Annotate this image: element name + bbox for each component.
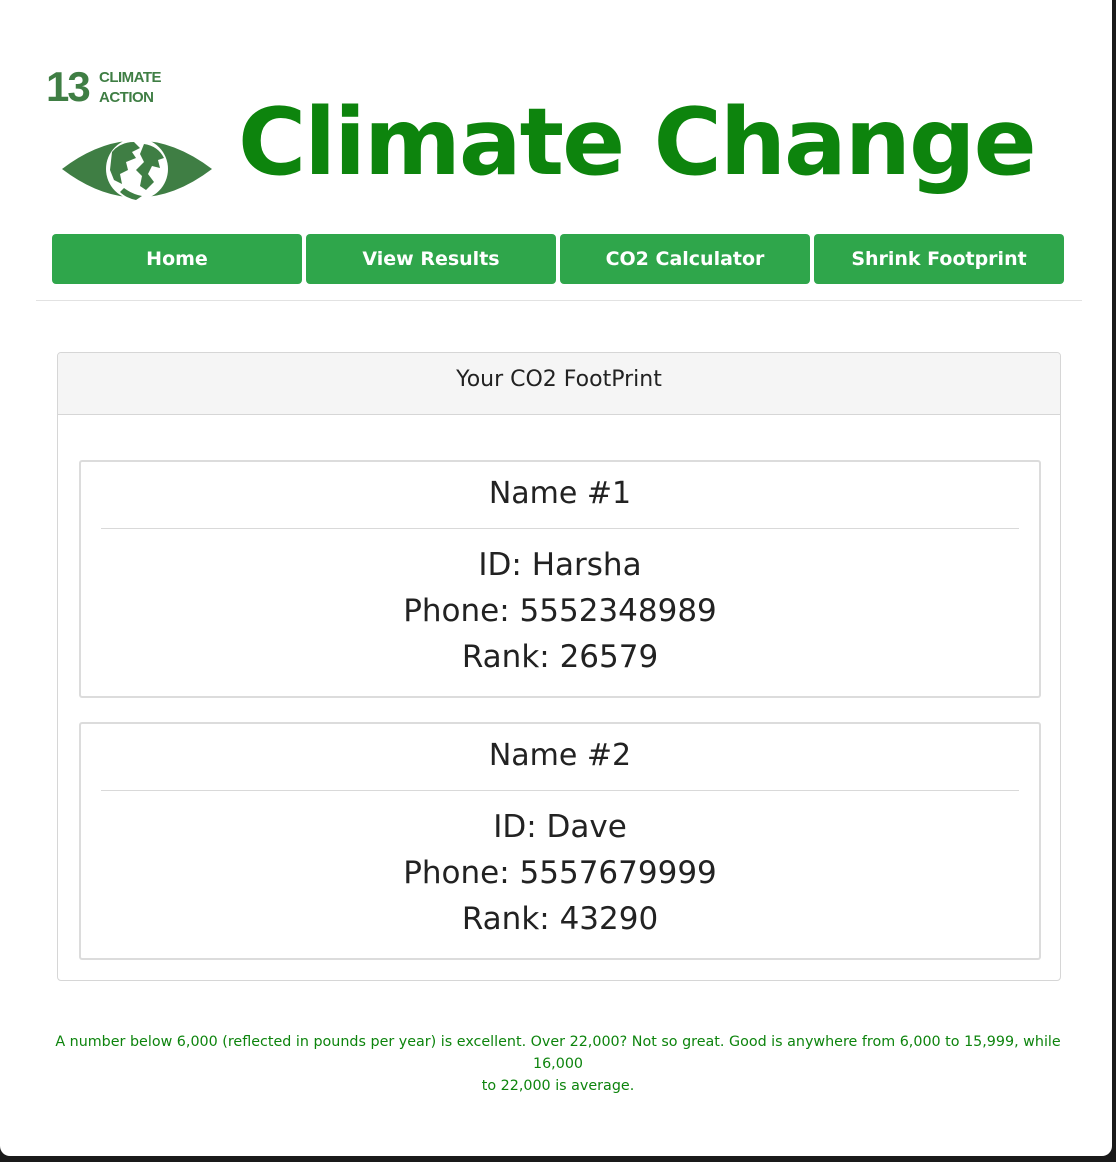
card-phone: Phone: 5557679999 bbox=[403, 855, 717, 891]
result-card-2: Name #2 ID: Dave Phone: 5557679999 Rank:… bbox=[79, 722, 1041, 960]
header-divider bbox=[36, 300, 1082, 301]
logo-number: 13 bbox=[46, 63, 91, 110]
site-header: 13 CLIMATE ACTION Climate Change bbox=[0, 0, 1112, 230]
footprint-panel: Your CO2 FootPrint Name #1 ID: Harsha Ph… bbox=[57, 352, 1061, 981]
panel-heading: Your CO2 FootPrint bbox=[58, 353, 1060, 415]
nav-co2-calculator-button[interactable]: CO2 Calculator bbox=[560, 234, 810, 284]
footprint-guidance-note: A number below 6,000 (reflected in pound… bbox=[30, 1031, 1086, 1097]
main-nav: Home View Results CO2 Calculator Shrink … bbox=[52, 234, 1064, 284]
globe-eye-icon bbox=[62, 138, 212, 200]
result-card-1: Name #1 ID: Harsha Phone: 5552348989 Ran… bbox=[79, 460, 1041, 698]
nav-shrink-footprint-button[interactable]: Shrink Footprint bbox=[814, 234, 1064, 284]
card-id: ID: Dave bbox=[493, 809, 627, 845]
climate-action-logo: 13 CLIMATE ACTION bbox=[44, 64, 220, 210]
card-phone: Phone: 5552348989 bbox=[403, 593, 717, 629]
card-rank: Rank: 43290 bbox=[461, 901, 659, 937]
footnote-line1: A number below 6,000 (reflected in pound… bbox=[55, 1034, 1061, 1072]
card-title: Name #1 bbox=[488, 476, 632, 511]
logo-caption: CLIMATE ACTION bbox=[99, 68, 189, 108]
site-title: Climate Change bbox=[238, 88, 1037, 196]
card-title: Name #2 bbox=[488, 738, 632, 773]
browser-page: 13 CLIMATE ACTION Climate Change Home Vi… bbox=[0, 0, 1112, 1156]
card-id: ID: Harsha bbox=[478, 547, 642, 583]
card-rank: Rank: 26579 bbox=[461, 639, 659, 675]
card-divider bbox=[101, 790, 1019, 791]
nav-home-button[interactable]: Home bbox=[52, 234, 302, 284]
footnote-line2: to 22,000 is average. bbox=[481, 1078, 635, 1094]
card-divider bbox=[101, 528, 1019, 529]
logo-caption-line1: CLIMATE bbox=[99, 69, 162, 86]
nav-view-results-button[interactable]: View Results bbox=[306, 234, 556, 284]
logo-caption-line2: ACTION bbox=[99, 89, 154, 106]
